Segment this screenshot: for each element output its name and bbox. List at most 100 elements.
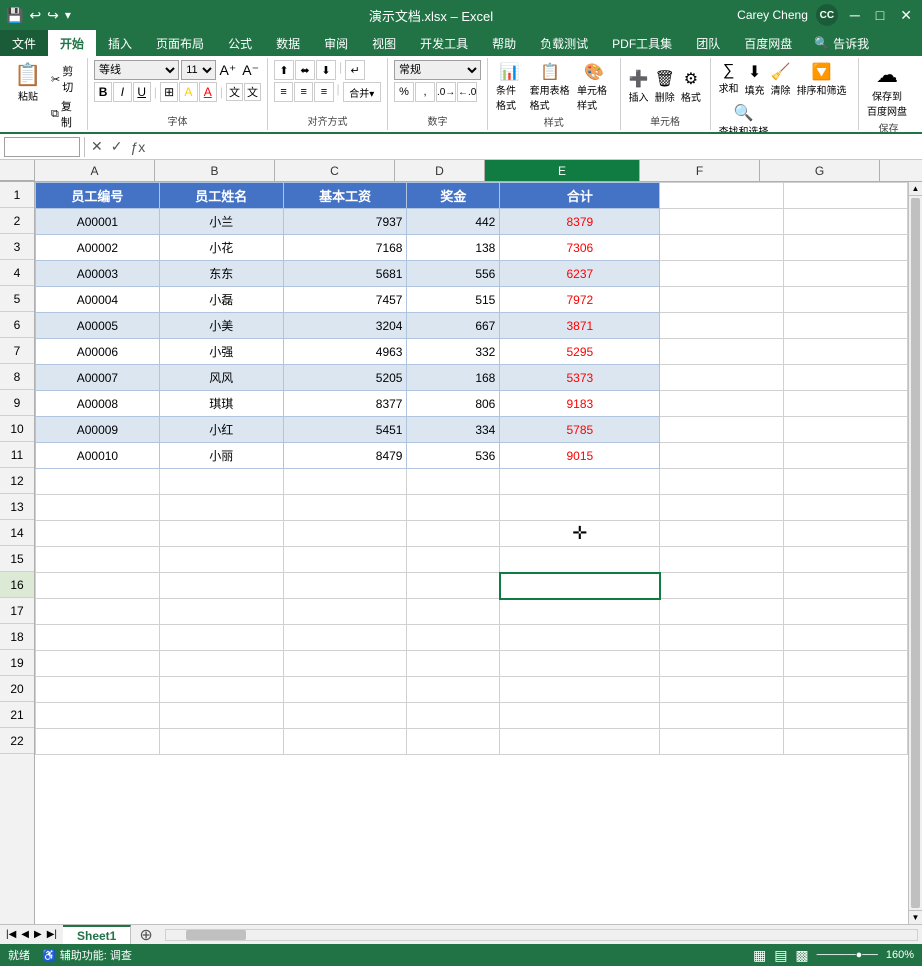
cell-c19[interactable] <box>283 651 407 677</box>
cell-g19[interactable] <box>784 651 908 677</box>
cell-g17[interactable] <box>784 599 908 625</box>
cell-a14[interactable] <box>36 521 160 547</box>
cell-f22[interactable] <box>660 729 784 755</box>
cell-c12[interactable] <box>283 469 407 495</box>
col-header-e[interactable]: E <box>485 160 640 181</box>
view-normal-button[interactable]: ▦ <box>753 947 766 964</box>
cell-a4[interactable]: A00003 <box>36 261 160 287</box>
row-num-10[interactable]: 10 <box>0 416 34 442</box>
cell-d4[interactable]: 556 <box>407 261 500 287</box>
cell-g16[interactable] <box>784 573 908 599</box>
insert-cells-button[interactable]: ➕ 插入 <box>627 67 651 106</box>
find-select-button[interactable]: 🔍 查找和选择 <box>717 101 771 134</box>
cell-b6[interactable]: 小美 <box>159 313 283 339</box>
cell-a3[interactable]: A00002 <box>36 235 160 261</box>
save-icon[interactable]: 💾 <box>6 7 23 24</box>
cell-g22[interactable] <box>784 729 908 755</box>
cell-e21[interactable] <box>500 703 660 729</box>
cell-e2[interactable]: 8379 <box>500 209 660 235</box>
table-format-button[interactable]: 📋 套用表格格式 <box>528 60 573 114</box>
copy-button[interactable]: ⧉ 复制 <box>48 97 81 131</box>
cell-c9[interactable]: 8377 <box>283 391 407 417</box>
row-num-9[interactable]: 9 <box>0 390 34 416</box>
cell-e14[interactable]: ✛ <box>500 521 660 547</box>
cell-d10[interactable]: 334 <box>407 417 500 443</box>
cell-b11[interactable]: 小丽 <box>159 443 283 469</box>
cell-d19[interactable] <box>407 651 500 677</box>
cell-c16[interactable] <box>283 573 407 599</box>
cell-f8[interactable] <box>660 365 784 391</box>
row-num-6[interactable]: 6 <box>0 312 34 338</box>
cell-g20[interactable] <box>784 677 908 703</box>
align-right-button[interactable]: ≡ <box>314 82 333 102</box>
merge-button[interactable]: 合并▾ <box>343 82 381 102</box>
cell-g12[interactable] <box>784 469 908 495</box>
cell-g6[interactable] <box>784 313 908 339</box>
percent-button[interactable]: % <box>394 82 414 102</box>
tab-loadtest[interactable]: 负载测试 <box>528 30 600 56</box>
cell-e9[interactable]: 9183 <box>500 391 660 417</box>
cell-d9[interactable]: 806 <box>407 391 500 417</box>
cell-f18[interactable] <box>660 625 784 651</box>
cell-styles-button[interactable]: 🎨 单元格样式 <box>575 60 614 114</box>
cell-b3[interactable]: 小花 <box>159 235 283 261</box>
cell-b14[interactable] <box>159 521 283 547</box>
cell-f12[interactable] <box>660 469 784 495</box>
cell-g9[interactable] <box>784 391 908 417</box>
cell-d20[interactable] <box>407 677 500 703</box>
cell-d8[interactable]: 168 <box>407 365 500 391</box>
cell-g14[interactable] <box>784 521 908 547</box>
cell-f11[interactable] <box>660 443 784 469</box>
cell-d21[interactable] <box>407 703 500 729</box>
cell-g10[interactable] <box>784 417 908 443</box>
cell-a19[interactable] <box>36 651 160 677</box>
col-header-d[interactable]: D <box>395 160 485 181</box>
cell-d18[interactable] <box>407 625 500 651</box>
cell-b17[interactable] <box>159 599 283 625</box>
row-num-8[interactable]: 8 <box>0 364 34 390</box>
cell-a16[interactable] <box>36 573 160 599</box>
row-num-20[interactable]: 20 <box>0 676 34 702</box>
view-layout-button[interactable]: ▤ <box>774 947 787 964</box>
cell-b10[interactable]: 小红 <box>159 417 283 443</box>
cell-f3[interactable] <box>660 235 784 261</box>
sheet-tab[interactable]: Sheet1 <box>63 925 131 944</box>
cell-e10[interactable]: 5785 <box>500 417 660 443</box>
cell-a10[interactable]: A00009 <box>36 417 160 443</box>
align-left-button[interactable]: ≡ <box>274 82 293 102</box>
restore-button[interactable]: □ <box>872 7 888 23</box>
view-break-button[interactable]: ▩ <box>795 947 808 964</box>
decrease-font-button[interactable]: A⁻ <box>240 62 261 79</box>
close-button[interactable]: ✕ <box>896 7 916 24</box>
italic-button[interactable]: I <box>113 82 131 102</box>
tab-insert[interactable]: 插入 <box>96 30 144 56</box>
cell-g2[interactable] <box>784 209 908 235</box>
row-num-14[interactable]: 14 <box>0 520 34 546</box>
cell-f17[interactable] <box>660 599 784 625</box>
cell-b20[interactable] <box>159 677 283 703</box>
cell-d16[interactable] <box>407 573 500 599</box>
cell-a12[interactable] <box>36 469 160 495</box>
cell-c8[interactable]: 5205 <box>283 365 407 391</box>
row-num-3[interactable]: 3 <box>0 234 34 260</box>
cell-g11[interactable] <box>784 443 908 469</box>
conditional-format-button[interactable]: 📊 条件格式 <box>494 60 526 114</box>
cell-b2[interactable]: 小兰 <box>159 209 283 235</box>
wenzi2-button[interactable]: 文 <box>244 83 261 101</box>
tab-home[interactable]: 开始 <box>48 30 96 56</box>
cell-a1[interactable]: 员工编号 <box>36 183 160 209</box>
row-num-2[interactable]: 2 <box>0 208 34 234</box>
customize-icon[interactable]: ▾ <box>65 8 71 22</box>
cell-b8[interactable]: 风风 <box>159 365 283 391</box>
cell-e7[interactable]: 5295 <box>500 339 660 365</box>
col-header-a[interactable]: A <box>35 160 155 181</box>
sort-filter-button[interactable]: 🔽 排序和筛选 <box>795 60 849 99</box>
cell-b4[interactable]: 东东 <box>159 261 283 287</box>
cell-g4[interactable] <box>784 261 908 287</box>
col-header-f[interactable]: F <box>640 160 760 181</box>
tab-baidu[interactable]: 百度网盘 <box>732 30 804 56</box>
cell-a7[interactable]: A00006 <box>36 339 160 365</box>
row-num-16[interactable]: 16 <box>0 572 34 598</box>
cell-a11[interactable]: A00010 <box>36 443 160 469</box>
cell-f16[interactable] <box>660 573 784 599</box>
